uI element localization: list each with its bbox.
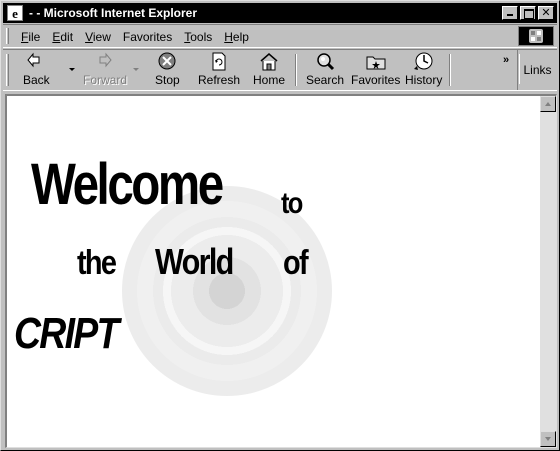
search-button[interactable]: Search [306, 52, 344, 88]
scroll-up-button[interactable] [540, 96, 556, 112]
world-word: World [155, 241, 234, 282]
links-label: Links [523, 63, 552, 77]
welcome-heading: Welcome [31, 152, 224, 217]
favorites-button[interactable]: Favorites [351, 52, 400, 88]
home-icon [258, 52, 280, 72]
toolbar-overflow-chevron-icon[interactable]: » [503, 54, 509, 66]
menu-help[interactable]: Help [218, 28, 255, 46]
forward-dropdown-icon[interactable] [133, 68, 139, 71]
close-button[interactable]: ✕ [538, 6, 554, 20]
links-button[interactable]: Links [517, 50, 557, 90]
menu-grip[interactable] [6, 28, 9, 44]
the-word: the [77, 244, 117, 282]
menu-tools[interactable]: Tools [178, 28, 218, 46]
window-controls: ✕ [500, 6, 554, 20]
standard-toolbar: Back Forward Stop Refresh Home Search Fa… [3, 49, 557, 91]
menu-edit[interactable]: Edit [46, 28, 79, 46]
refresh-button[interactable]: Refresh [198, 52, 240, 88]
menu-file[interactable]: File [15, 28, 46, 46]
minimize-button[interactable] [502, 6, 518, 20]
scroll-down-button[interactable] [540, 431, 556, 447]
history-button[interactable]: History [405, 52, 442, 88]
title-bar[interactable]: e - - Microsoft Internet Explorer ✕ [3, 3, 557, 23]
back-button[interactable]: Back [23, 52, 50, 88]
maximize-icon [521, 7, 535, 19]
window-title: - - Microsoft Internet Explorer [29, 6, 198, 20]
menu-bar-row: File Edit View Favorites Tools Help [3, 24, 557, 48]
back-arrow-icon [25, 52, 47, 72]
toolbar-separator [295, 54, 297, 86]
menu-bar: File Edit View Favorites Tools Help [15, 28, 255, 46]
home-button[interactable]: Home [253, 52, 285, 88]
arrow-up-icon [545, 102, 551, 106]
menu-view[interactable]: View [79, 28, 117, 46]
search-icon [314, 52, 336, 72]
windows-logo-throbber [518, 26, 554, 46]
forward-button[interactable]: Forward [83, 52, 127, 88]
script-word: CRIPT [14, 309, 119, 358]
minimize-icon [503, 7, 517, 19]
maximize-button[interactable] [520, 6, 536, 20]
vertical-scrollbar[interactable] [540, 96, 556, 447]
forward-arrow-icon [94, 52, 116, 72]
history-clock-icon [413, 52, 435, 72]
arrow-down-icon [545, 437, 551, 441]
stop-icon [156, 52, 178, 72]
internet-explorer-icon[interactable]: e [7, 5, 23, 21]
page-viewport: Welcome to the World of CRIPT [5, 94, 557, 448]
refresh-icon [208, 52, 230, 72]
toolbar-separator [449, 54, 451, 86]
browser-window: e - - Microsoft Internet Explorer ✕ File… [0, 0, 560, 451]
favorites-folder-icon [365, 52, 387, 72]
stop-button[interactable]: Stop [155, 52, 180, 88]
menu-favorites[interactable]: Favorites [117, 28, 178, 46]
close-icon: ✕ [541, 6, 551, 19]
windows-logo-icon [529, 29, 543, 43]
of-word: of [283, 244, 309, 282]
back-dropdown-icon[interactable] [69, 68, 75, 71]
page-content[interactable]: Welcome to the World of CRIPT [7, 96, 542, 447]
toolbar-grip[interactable] [6, 54, 9, 86]
to-word: to [281, 187, 303, 220]
